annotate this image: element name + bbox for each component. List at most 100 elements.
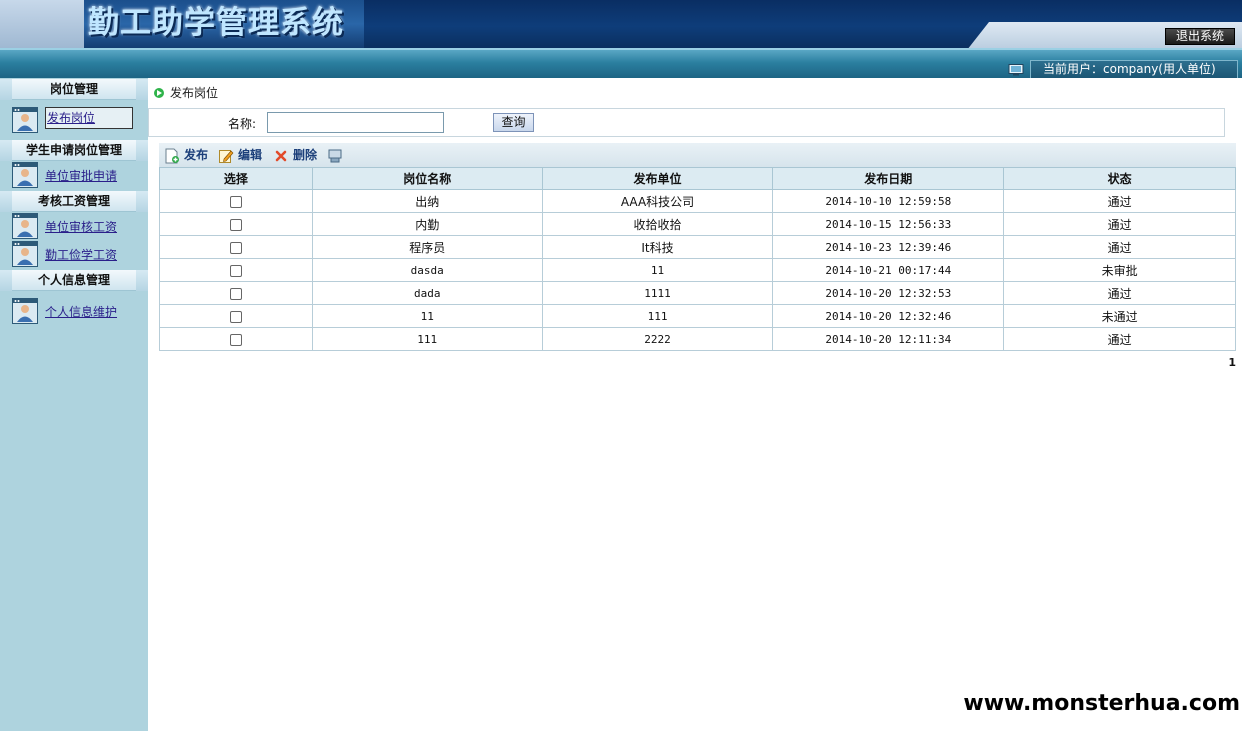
post-name-cell: dasda bbox=[311, 258, 543, 282]
column-header-publish-date: 发布日期 bbox=[772, 167, 1005, 190]
sidebar-item-work-study-salary[interactable]: 勤工俭学工资 bbox=[12, 241, 144, 267]
column-header-select: 选择 bbox=[159, 167, 313, 190]
post-name-cell: 111 bbox=[311, 327, 543, 351]
publisher-cell: 收拾收拾 bbox=[541, 212, 774, 236]
row-checkbox[interactable] bbox=[229, 264, 242, 277]
sidebar-section-post-management[interactable]: 岗位管理 bbox=[0, 79, 148, 100]
publisher-cell: 111 bbox=[541, 304, 774, 328]
post-table: 选择 岗位名称 发布单位 发布日期 状态 出纳 AAA科技公司 2014-10-… bbox=[159, 167, 1236, 351]
current-user-label: 当前用户：company(用人单位) bbox=[1030, 60, 1238, 79]
publisher-cell: 11 bbox=[541, 258, 774, 282]
row-checkbox[interactable] bbox=[229, 333, 242, 346]
logout-button[interactable]: 退出系统 bbox=[1165, 28, 1235, 45]
publish-date-cell: 2014-10-20 12:11:34 bbox=[772, 327, 1005, 351]
sidebar-item-label: 勤工俭学工资 bbox=[45, 248, 118, 262]
user-avatar-icon bbox=[12, 213, 38, 239]
publisher-cell: 1111 bbox=[541, 281, 774, 305]
add-document-icon bbox=[165, 148, 179, 164]
status-cell: 通过 bbox=[1003, 212, 1236, 236]
publish-date-cell: 2014-10-15 12:56:33 bbox=[772, 212, 1005, 236]
status-bar: 当前用户：company(用人单位) bbox=[0, 48, 1242, 79]
publish-date-cell: 2014-10-20 12:32:53 bbox=[772, 281, 1005, 305]
top-header: 勤工助学管理系统 退出系统 bbox=[0, 0, 1242, 48]
post-name-cell: 出纳 bbox=[311, 189, 543, 213]
header-left-panel bbox=[0, 0, 84, 48]
publisher-cell: AAA科技公司 bbox=[541, 189, 774, 213]
row-select-cell bbox=[159, 281, 313, 305]
sidebar-section-salary-review[interactable]: 考核工资管理 bbox=[0, 191, 148, 212]
sidebar-section-personal-info[interactable]: 个人信息管理 bbox=[0, 270, 148, 291]
post-name-cell: dada bbox=[311, 281, 543, 305]
delete-label: 删除 bbox=[293, 148, 318, 162]
play-arrow-icon bbox=[154, 88, 164, 98]
table-row[interactable]: 程序员 It科技 2014-10-23 12:39:46 通过 bbox=[159, 235, 1236, 259]
status-cell: 通过 bbox=[1003, 281, 1236, 305]
print-icon bbox=[328, 149, 342, 163]
row-select-cell bbox=[159, 258, 313, 282]
user-avatar-icon bbox=[12, 107, 38, 133]
column-header-publisher: 发布单位 bbox=[541, 167, 774, 190]
sidebar-item-label: 个人信息维护 bbox=[45, 305, 118, 319]
row-checkbox[interactable] bbox=[229, 241, 242, 254]
sidebar-item-label: 单位审批申请 bbox=[45, 169, 118, 183]
publish-date-cell: 2014-10-23 12:39:46 bbox=[772, 235, 1005, 259]
table-row[interactable]: dada 1111 2014-10-20 12:32:53 通过 bbox=[159, 281, 1236, 305]
row-select-cell bbox=[159, 189, 313, 213]
app-root: 勤工助学管理系统 退出系统 当前用户：company(用人单位) 岗位管理 发布… bbox=[0, 0, 1242, 731]
pagination-page-1[interactable]: 1 bbox=[1228, 356, 1236, 369]
search-panel: 名称: 查询 bbox=[148, 108, 1225, 137]
sidebar: 岗位管理 发布岗位 学生申请岗位管理 单位审批申请 考核工资管理 单位审核工资 … bbox=[0, 78, 148, 731]
publisher-cell: It科技 bbox=[541, 235, 774, 259]
table-row[interactable]: 111 2222 2014-10-20 12:11:34 通过 bbox=[159, 327, 1236, 351]
status-cell: 通过 bbox=[1003, 189, 1236, 213]
post-name-cell: 程序员 bbox=[311, 235, 543, 259]
status-cell: 通过 bbox=[1003, 235, 1236, 259]
app-title: 勤工助学管理系统 bbox=[88, 5, 344, 41]
delete-x-icon bbox=[275, 150, 287, 162]
toolbar: 发布 编辑 删除 bbox=[159, 143, 1236, 167]
edit-pencil-icon bbox=[219, 150, 234, 163]
sidebar-item-label: 发布岗位 bbox=[45, 107, 133, 129]
publish-date-cell: 2014-10-21 00:17:44 bbox=[772, 258, 1005, 282]
row-select-cell bbox=[159, 212, 313, 236]
publish-date-cell: 2014-10-10 12:59:58 bbox=[772, 189, 1005, 213]
row-checkbox[interactable] bbox=[229, 218, 242, 231]
sidebar-item-label: 单位审核工资 bbox=[45, 220, 118, 234]
user-avatar-icon bbox=[12, 298, 38, 324]
row-checkbox[interactable] bbox=[229, 195, 242, 208]
breadcrumb: 发布岗位 bbox=[154, 85, 218, 101]
main-content: 发布岗位 名称: 查询 发布 编辑 删除 选择 岗位名称 发布单位 发布日期 状… bbox=[148, 78, 1242, 731]
monitor-icon bbox=[1008, 64, 1024, 76]
breadcrumb-label: 发布岗位 bbox=[170, 86, 219, 100]
row-select-cell bbox=[159, 235, 313, 259]
sidebar-section-student-applications[interactable]: 学生申请岗位管理 bbox=[0, 140, 148, 161]
sidebar-item-personal-info[interactable]: 个人信息维护 bbox=[12, 298, 144, 324]
sidebar-item-approve-applications[interactable]: 单位审批申请 bbox=[12, 162, 144, 188]
table-header-row: 选择 岗位名称 发布单位 发布日期 状态 bbox=[159, 167, 1236, 190]
table-row[interactable]: 11 111 2014-10-20 12:32:46 未通过 bbox=[159, 304, 1236, 328]
search-label: 名称: bbox=[228, 117, 257, 131]
user-avatar-icon bbox=[12, 241, 38, 267]
status-cell: 未通过 bbox=[1003, 304, 1236, 328]
column-header-post-name: 岗位名称 bbox=[311, 167, 543, 190]
sidebar-item-review-salary[interactable]: 单位审核工资 bbox=[12, 213, 144, 239]
post-name-cell: 11 bbox=[311, 304, 543, 328]
sidebar-item-publish-post[interactable]: 发布岗位 bbox=[12, 107, 144, 133]
row-checkbox[interactable] bbox=[229, 287, 242, 300]
publish-label: 发布 bbox=[184, 148, 209, 162]
search-input[interactable] bbox=[267, 112, 444, 133]
edit-label: 编辑 bbox=[238, 148, 263, 162]
column-header-status: 状态 bbox=[1003, 167, 1236, 190]
publish-date-cell: 2014-10-20 12:32:46 bbox=[772, 304, 1005, 328]
table-row[interactable]: 内勤 收拾收拾 2014-10-15 12:56:33 通过 bbox=[159, 212, 1236, 236]
search-button[interactable]: 查询 bbox=[493, 113, 534, 132]
status-cell: 未审批 bbox=[1003, 258, 1236, 282]
table-row[interactable]: dasda 11 2014-10-21 00:17:44 未审批 bbox=[159, 258, 1236, 282]
table-row[interactable]: 出纳 AAA科技公司 2014-10-10 12:59:58 通过 bbox=[159, 189, 1236, 213]
row-select-cell bbox=[159, 304, 313, 328]
status-cell: 通过 bbox=[1003, 327, 1236, 351]
user-avatar-icon bbox=[12, 162, 38, 188]
post-name-cell: 内勤 bbox=[311, 212, 543, 236]
row-checkbox[interactable] bbox=[229, 310, 242, 323]
row-select-cell bbox=[159, 327, 313, 351]
